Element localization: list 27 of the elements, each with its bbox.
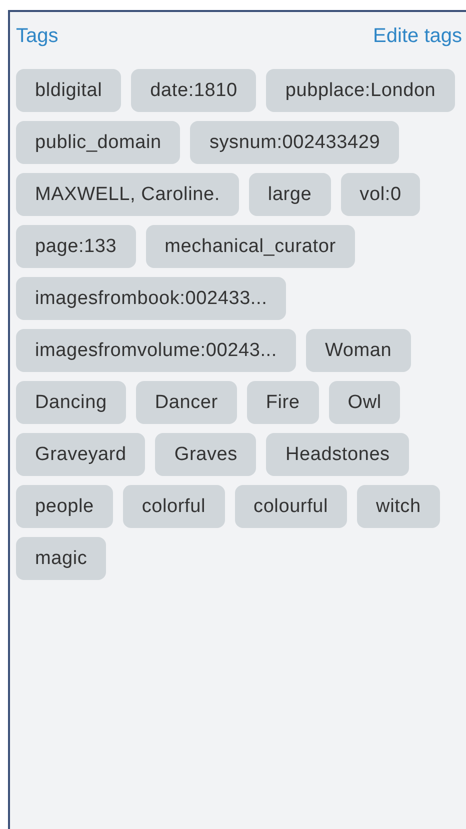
tag-chip[interactable]: MAXWELL, Caroline.	[16, 173, 239, 216]
tag-chip[interactable]: colorful	[122, 485, 225, 528]
tag-chip[interactable]: public_domain	[16, 121, 180, 164]
tag-chip[interactable]: Fire	[246, 381, 319, 424]
tag-chip[interactable]: witch	[357, 485, 440, 528]
tag-chip[interactable]: large	[248, 173, 331, 216]
tag-chip[interactable]: Owl	[328, 381, 400, 424]
tag-chip[interactable]: pubplace:London	[266, 69, 455, 112]
tag-chip[interactable]: sysnum:002433429	[190, 121, 400, 164]
tag-chip[interactable]: Dancer	[136, 381, 237, 424]
panel-title: Tags	[16, 24, 58, 48]
tag-chip[interactable]: Dancing	[16, 381, 126, 424]
tag-chip[interactable]: date:1810	[131, 69, 256, 112]
edit-tags-link[interactable]: Edite tags	[373, 24, 462, 48]
tag-chip[interactable]: people	[16, 485, 113, 528]
tag-chip[interactable]: vol:0	[340, 173, 420, 216]
tag-chip[interactable]: Graves	[155, 433, 256, 476]
tag-chip[interactable]: colourful	[234, 485, 348, 528]
tag-chip[interactable]: Woman	[306, 329, 411, 372]
tag-chip[interactable]: Graveyard	[16, 433, 146, 476]
tag-chip[interactable]: Headstones	[266, 433, 409, 476]
tag-chip[interactable]: imagesfromvolume:00243...	[16, 329, 296, 372]
tag-chip[interactable]: mechanical_curator	[146, 225, 355, 268]
tag-chip[interactable]: bldigital	[16, 69, 122, 112]
tag-chip[interactable]: page:133	[16, 225, 136, 268]
tag-chip[interactable]: magic	[16, 537, 106, 580]
tag-chip[interactable]: imagesfrombook:002433...	[16, 277, 286, 320]
